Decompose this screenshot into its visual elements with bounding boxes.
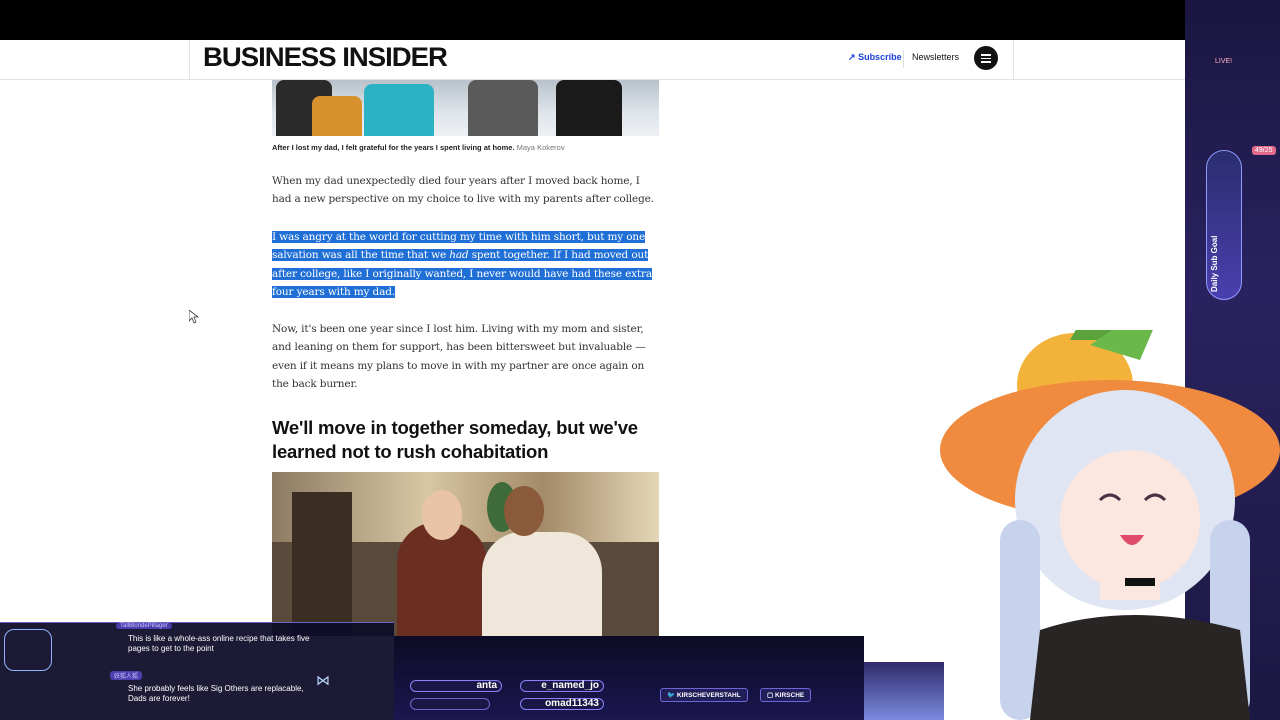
ticker-item: omad11343 — [520, 698, 604, 710]
subscribe-label: Subscribe — [858, 52, 902, 62]
selected-text-part: spent together. If I had moved out — [468, 249, 649, 262]
selected-text: four years with my dad. — [272, 285, 395, 298]
article-paragraph: When my dad unexpectedly died four years… — [272, 175, 654, 206]
vtuber-avatar — [940, 270, 1280, 720]
stream-top-bar — [0, 0, 1280, 40]
photo-background — [292, 492, 352, 636]
newsletters-link[interactable]: Newsletters — [912, 52, 959, 62]
chat-username: TallBlondePillager — [116, 623, 172, 629]
section-heading: We'll move in together someday, but we'v… — [272, 417, 638, 462]
header-divider — [189, 40, 190, 80]
subscribe-link[interactable]: ↗ Subscribe — [848, 52, 902, 63]
bow-icon: ⋈ — [316, 673, 330, 689]
menu-button[interactable] — [974, 46, 998, 70]
selected-text: salvation was all the time that we had s… — [272, 249, 649, 262]
photo-person — [482, 532, 602, 636]
photo-person — [422, 490, 462, 540]
article-photo-snow — [272, 80, 659, 136]
photo-person — [468, 80, 538, 136]
sub-goal-label: Daily Sub Goal — [1210, 235, 1219, 292]
chat-handle-text: KIRSCHE — [774, 692, 805, 699]
selected-text: I was angry at the world for cutting my … — [272, 231, 646, 243]
photo-person — [312, 96, 362, 136]
photo-person — [364, 84, 434, 136]
twitter-icon: 🐦 — [667, 692, 676, 699]
chat-username: 妖狐人狐 — [110, 671, 143, 680]
ticker-item: e_named_jo — [520, 680, 604, 692]
article-paragraph: Now, it's been one year since I lost him… — [272, 323, 646, 390]
selected-text-part: salvation was all the time that we — [272, 249, 450, 262]
hamburger-icon — [981, 57, 991, 59]
article-paragraph-selected: I was angry at the world for cutting my … — [272, 228, 662, 301]
speech-bubble-icon: ▢ — [767, 692, 774, 699]
chat-handle: ▢ KIRSCHE — [760, 688, 812, 702]
caption-text: After I lost my dad, I felt grateful for… — [272, 143, 515, 152]
arrow-up-right-icon: ↗ — [848, 52, 856, 62]
ticker-item: anta — [410, 680, 502, 692]
stream-bottom-bar — [864, 662, 944, 720]
live-badge: LIVE! — [1215, 58, 1233, 65]
chat-message: She probably feels like Sig Others are r… — [128, 684, 304, 703]
site-logo[interactable]: BUSINESS INSIDER — [203, 42, 448, 73]
photo-person — [556, 80, 622, 136]
photo-caption: After I lost my dad, I felt grateful for… — [272, 143, 565, 152]
emphasis-text: had — [449, 249, 469, 262]
chat-message: This is like a whole-ass online recipe t… — [128, 634, 310, 653]
header-divider — [1013, 40, 1014, 80]
caption-credit: Maya Kokerov — [516, 143, 565, 152]
cat-frame-icon — [4, 629, 52, 671]
hamburger-icon — [981, 61, 991, 63]
ticker-bar — [410, 698, 490, 710]
sub-goal-count: 49/25 — [1252, 146, 1276, 155]
article-photo-couple — [272, 472, 659, 636]
hamburger-icon — [981, 54, 991, 56]
twitter-handle-text: KIRSCHEVERSTAHL — [676, 692, 741, 699]
site-header: BUSINESS INSIDER ↗ Subscribe Newsletters — [0, 40, 1280, 80]
nav-separator — [903, 50, 904, 68]
selected-text: after college, like I originally wanted,… — [272, 267, 652, 280]
chat-panel: TallBlondePillager This is like a whole-… — [0, 622, 394, 720]
twitter-handle: 🐦 KIRSCHEVERSTAHL — [660, 688, 748, 702]
photo-person — [504, 486, 544, 536]
